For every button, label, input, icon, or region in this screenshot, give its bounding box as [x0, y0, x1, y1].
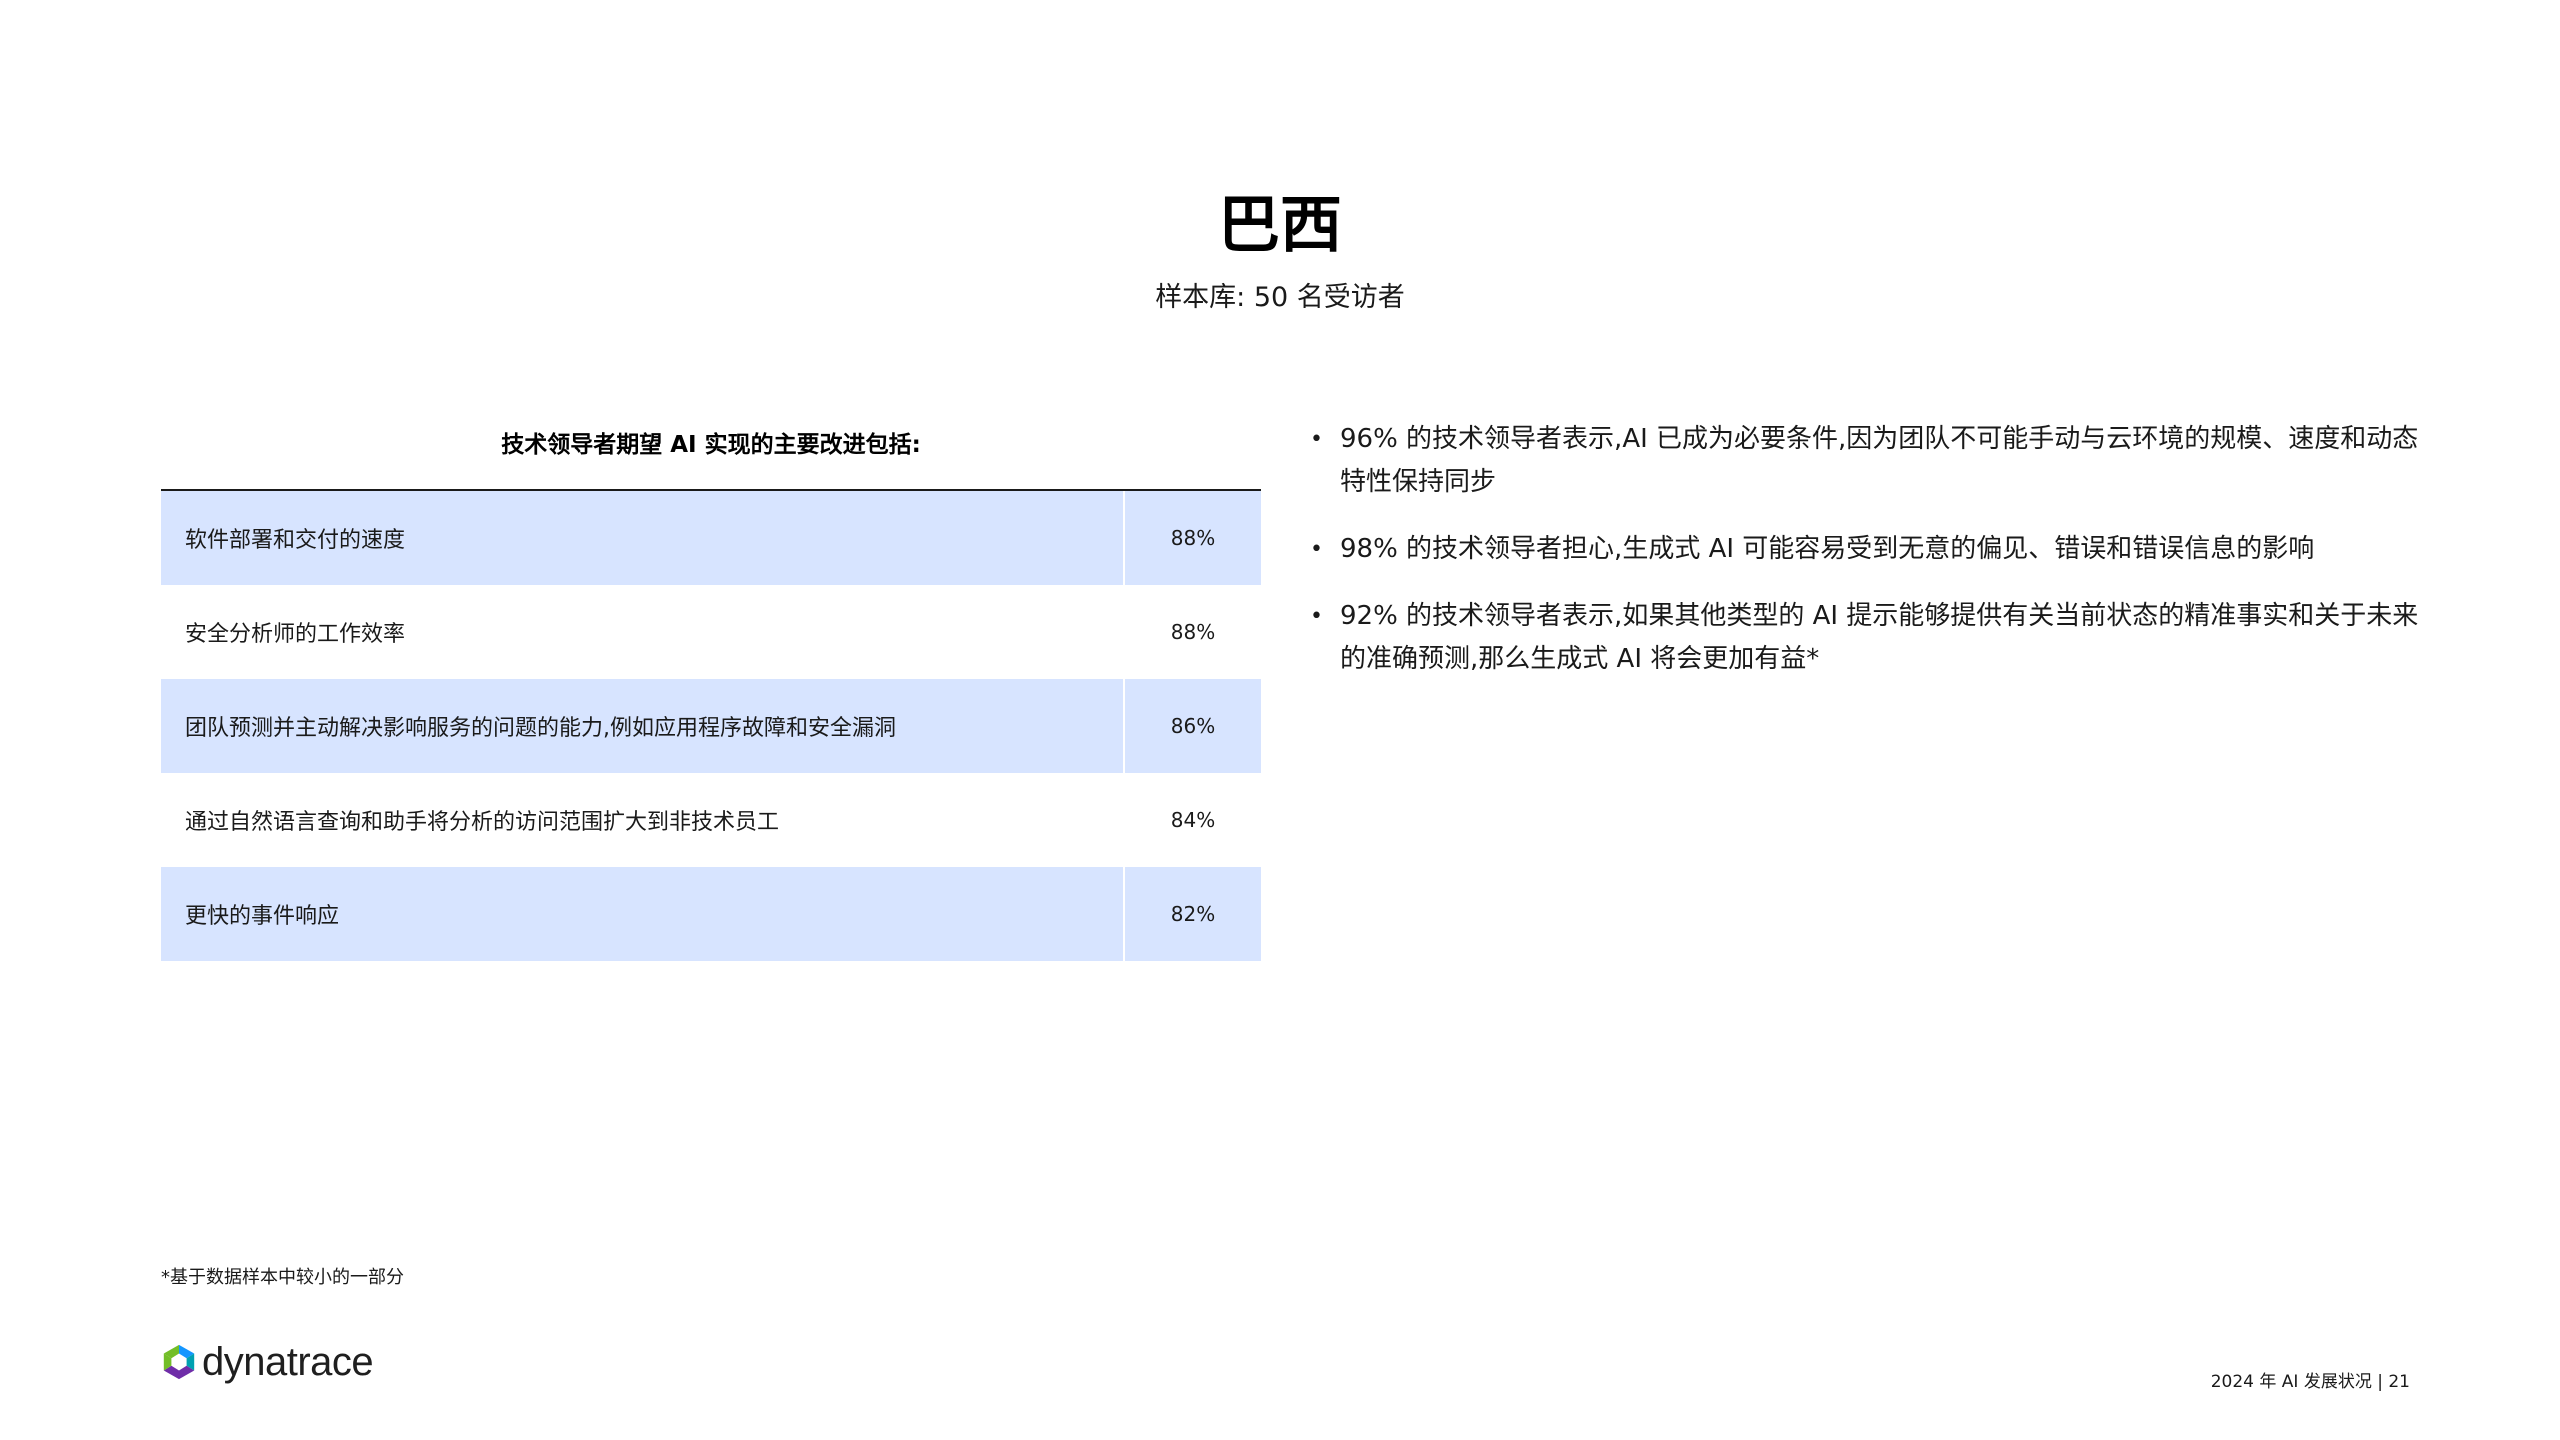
row-label: 软件部署和交付的速度 [185, 528, 406, 553]
row-value: 86% [1123, 679, 1261, 773]
row-value: 88% [1123, 585, 1261, 679]
improvements-table: 软件部署和交付的速度 88% 安全分析师的工作效率 88% 团队预测并主动解决影… [161, 489, 1261, 961]
bullet-icon: • [1310, 537, 1323, 562]
page-subtitle: 样本库: 50 名受访者 [1155, 282, 1405, 313]
bullet-icon: • [1310, 604, 1323, 629]
row-label: 更快的事件响应 [185, 904, 340, 929]
logo-wordmark: dynatrace [202, 1339, 374, 1384]
row-label: 安全分析师的工作效率 [185, 622, 406, 647]
table-row: 通过自然语言查询和助手将分析的访问范围扩大到非技术员工 84% [161, 773, 1261, 867]
row-value: 82% [1123, 867, 1261, 961]
table-row: 更快的事件响应 82% [161, 867, 1261, 961]
row-value: 88% [1123, 491, 1261, 585]
page-footer: 2024 年 AI 发展状况 | 21 [2210, 1372, 2410, 1392]
table-heading: 技术领导者期望 AI 实现的主要改进包括: [501, 432, 921, 458]
bullet-text: 96% 的技术领导者表示,AI 已成为必要条件,因为团队不可能手动与云环境的规模… [1340, 424, 2419, 497]
dynatrace-logo: dynatrace [160, 1339, 374, 1384]
list-item: • 92% 的技术领导者表示,如果其他类型的 AI 提示能够提供有关当前状态的精… [1310, 595, 2430, 681]
bullet-text: 98% 的技术领导者担心,生成式 AI 可能容易受到无意的偏见、错误和错误信息的… [1340, 534, 2315, 564]
table-row: 软件部署和交付的速度 88% [161, 491, 1261, 585]
table-row: 团队预测并主动解决影响服务的问题的能力,例如应用程序故障和安全漏洞 86% [161, 679, 1261, 773]
dynatrace-logo-icon [163, 1344, 195, 1380]
findings-list: • 96% 的技术领导者表示,AI 已成为必要条件,因为团队不可能手动与云环境的… [1310, 418, 2430, 705]
table-row: 安全分析师的工作效率 88% [161, 585, 1261, 679]
list-item: • 96% 的技术领导者表示,AI 已成为必要条件,因为团队不可能手动与云环境的… [1310, 418, 2430, 504]
page-title: 巴西 [1217, 188, 1342, 261]
bullet-icon: • [1310, 427, 1323, 452]
list-item: • 98% 的技术领导者担心,生成式 AI 可能容易受到无意的偏见、错误和错误信… [1310, 528, 2430, 571]
row-label: 团队预测并主动解决影响服务的问题的能力,例如应用程序故障和安全漏洞 [185, 716, 896, 741]
bullet-text: 92% 的技术领导者表示,如果其他类型的 AI 提示能够提供有关当前状态的精准事… [1340, 601, 2419, 674]
footnote: *基于数据样本中较小的一部分 [161, 1267, 404, 1288]
row-label: 通过自然语言查询和助手将分析的访问范围扩大到非技术员工 [185, 810, 780, 835]
row-value: 84% [1123, 773, 1261, 867]
